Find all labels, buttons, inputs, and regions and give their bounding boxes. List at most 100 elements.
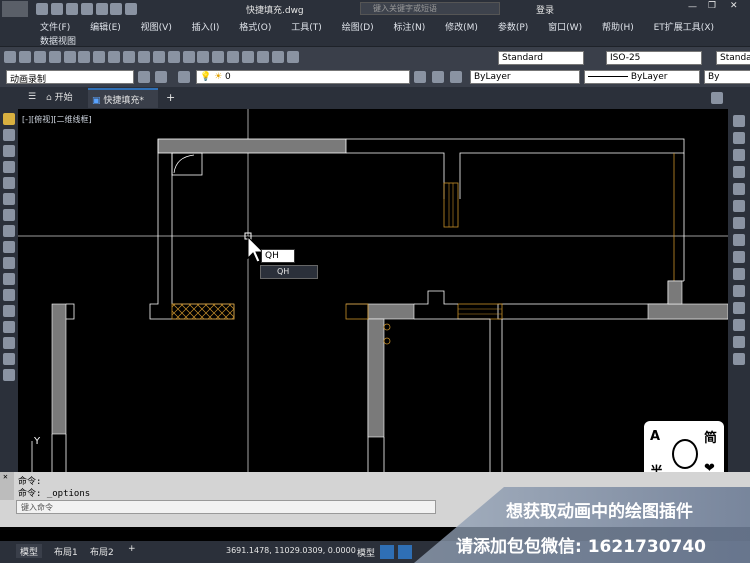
command-input[interactable]: 键入命令	[16, 500, 436, 514]
linetype-select[interactable]: ByLayer	[584, 70, 700, 84]
menu-draw[interactable]: 绘图(D)	[342, 20, 374, 33]
text-style-select[interactable]: Standard	[498, 51, 584, 65]
arc-icon[interactable]	[3, 337, 15, 349]
copy-icon[interactable]	[108, 51, 121, 63]
new-icon[interactable]	[36, 3, 48, 15]
workspace-icon[interactable]	[155, 71, 167, 83]
tab-active-drawing[interactable]: ▣ 快捷填充*	[88, 88, 158, 108]
snap-parallel-icon[interactable]	[733, 302, 745, 314]
undo-icon[interactable]	[110, 3, 123, 15]
command-close-icon[interactable]: ✕	[0, 472, 14, 500]
rotate-icon[interactable]	[3, 209, 15, 221]
design-center-icon[interactable]	[242, 51, 254, 63]
chamfer-icon[interactable]	[3, 305, 15, 317]
tab-layout2[interactable]: 布局2	[90, 545, 114, 558]
menu-file[interactable]: 文件(F)	[40, 20, 70, 33]
paste-icon[interactable]	[123, 51, 135, 63]
tab-layout1[interactable]: 布局1	[54, 545, 78, 558]
properties-icon[interactable]	[227, 51, 240, 63]
close-icon[interactable]: ✕	[730, 1, 738, 11]
minimize-icon[interactable]: —	[688, 2, 697, 12]
move-icon[interactable]	[3, 193, 15, 205]
snap-tangent-icon[interactable]	[733, 268, 745, 280]
tool-palette-icon[interactable]	[256, 51, 269, 63]
new-icon[interactable]	[4, 51, 16, 63]
menu-insert[interactable]: 插入(I)	[192, 20, 220, 33]
print-icon[interactable]	[48, 51, 61, 63]
polyline-icon[interactable]	[3, 145, 15, 157]
scale-icon[interactable]	[3, 225, 15, 237]
fillet-icon[interactable]	[3, 321, 15, 333]
layer-select[interactable]: 💡 ☀ 0	[196, 70, 410, 84]
make-current-icon[interactable]	[414, 71, 426, 83]
block-icon[interactable]	[3, 369, 15, 381]
save-icon[interactable]	[65, 3, 78, 15]
trim-icon[interactable]	[3, 257, 15, 269]
maximize-icon[interactable]: ❐	[708, 1, 716, 11]
zoom-icon[interactable]	[197, 51, 210, 63]
lineweight-select[interactable]: By	[704, 70, 750, 84]
pencil-icon[interactable]	[3, 113, 15, 125]
new-tab-button[interactable]: +	[166, 91, 175, 104]
redo-icon[interactable]	[167, 51, 180, 63]
add-layout-button[interactable]: +	[128, 544, 136, 554]
sheet-set-icon[interactable]	[271, 51, 284, 63]
open-icon[interactable]	[50, 3, 63, 15]
spline-icon[interactable]	[3, 353, 15, 365]
snap-quadrant-icon[interactable]	[733, 251, 745, 263]
tab-model[interactable]: 模型	[16, 544, 43, 558]
extend-icon[interactable]	[3, 273, 15, 285]
snap-nearest-icon[interactable]	[733, 336, 745, 348]
palette-icon[interactable]	[711, 92, 723, 104]
line-icon[interactable]	[3, 129, 15, 141]
snap-perpendicular-icon[interactable]	[733, 285, 745, 297]
search-input[interactable]: 键入关键字或短语	[361, 4, 437, 13]
match-properties-icon[interactable]	[137, 51, 150, 63]
snap-settings-icon[interactable]	[733, 353, 745, 365]
snap-midpoint-icon[interactable]	[733, 217, 745, 229]
mirror-icon[interactable]	[733, 149, 745, 161]
autocomplete-suggestion[interactable]: QH	[260, 265, 318, 279]
copy-object-icon[interactable]	[733, 132, 745, 144]
gear-icon[interactable]	[138, 71, 150, 83]
menu-icon[interactable]: ☰	[28, 92, 36, 102]
workspace-select[interactable]: 动画录制	[6, 70, 134, 84]
polygon-icon[interactable]	[3, 161, 15, 173]
snap-insertion-icon[interactable]	[733, 319, 745, 331]
open-icon[interactable]	[18, 51, 31, 63]
pan-icon[interactable]	[182, 51, 195, 63]
print-icon[interactable]	[95, 3, 108, 15]
rectangle-icon[interactable]	[3, 177, 15, 189]
saveas-icon[interactable]	[80, 3, 93, 15]
layer-state-icon[interactable]	[450, 71, 462, 83]
erase-icon[interactable]	[733, 115, 745, 127]
drawing-canvas[interactable]: [-][俯视][二维线框] Y QH QH A 简 ❤	[18, 109, 728, 499]
dim-style-select[interactable]: ISO-25	[606, 51, 702, 65]
menu-et-tools[interactable]: ET扩展工具(X)	[654, 20, 714, 33]
color-select[interactable]: ByLayer	[470, 70, 580, 84]
dynamic-input-field[interactable]: QH	[261, 249, 295, 263]
undo-icon[interactable]	[152, 51, 165, 63]
layer-previous-icon[interactable]	[432, 71, 444, 83]
tab-start[interactable]: ⌂ 开始	[46, 90, 73, 106]
break-icon[interactable]	[3, 289, 15, 301]
save-icon[interactable]	[33, 51, 46, 63]
menu-modify[interactable]: 修改(M)	[445, 20, 478, 33]
login-link[interactable]: 登录	[536, 3, 554, 16]
offset-icon[interactable]	[733, 166, 745, 178]
menu-dimension[interactable]: 标注(N)	[394, 20, 426, 33]
redo-icon[interactable]	[125, 3, 138, 15]
preview-icon[interactable]	[63, 51, 76, 63]
snap-icon[interactable]	[398, 545, 412, 559]
zoom-window-icon[interactable]	[212, 51, 225, 63]
menu-tools[interactable]: 工具(T)	[291, 20, 322, 33]
search-box[interactable]: 键入关键字或短语	[360, 2, 500, 15]
app-logo[interactable]	[2, 1, 28, 17]
menu-edit[interactable]: 编辑(E)	[90, 20, 121, 33]
stretch-icon[interactable]	[3, 241, 15, 253]
model-space-button[interactable]: 模型	[357, 546, 375, 559]
menu-view[interactable]: 视图(V)	[141, 20, 172, 33]
grid-icon[interactable]	[380, 545, 394, 559]
menu-window[interactable]: 窗口(W)	[548, 20, 582, 33]
snap-endpoint-icon[interactable]	[733, 200, 745, 212]
